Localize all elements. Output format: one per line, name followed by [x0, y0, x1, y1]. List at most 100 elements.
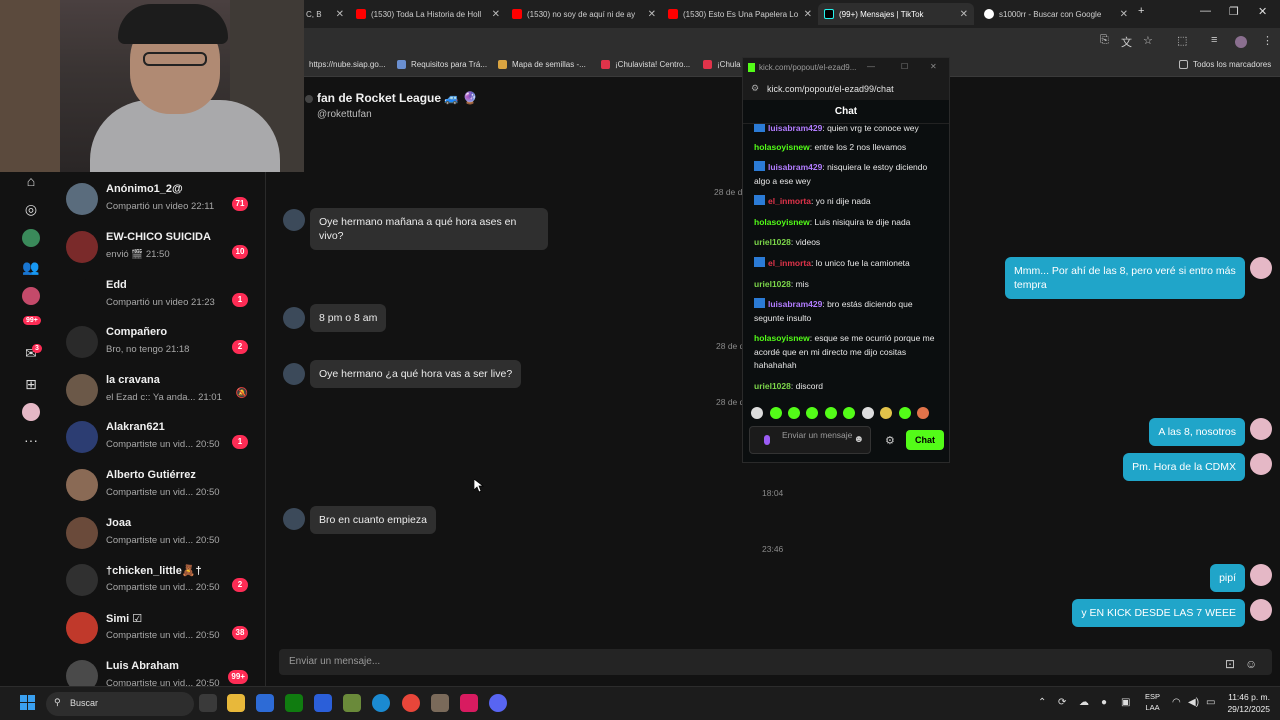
tab-1[interactable]: (1530) Toda La Historia de Holl ✕: [350, 3, 506, 25]
conversation-item[interactable]: Simi ☑ Compartiste un vid... 20:50 38: [56, 606, 265, 652]
emote-icon[interactable]: [899, 407, 911, 419]
emoji-icon[interactable]: ☺: [1245, 657, 1257, 671]
wifi-icon[interactable]: ◠: [1172, 697, 1181, 708]
app-tray-icon[interactable]: ▣: [1121, 697, 1130, 708]
conversation-item[interactable]: Compañero Bro, no tengo 21:18 2: [56, 320, 265, 366]
kick-username[interactable]: el_inmorta: [768, 196, 811, 206]
kick-username[interactable]: uriel1028: [754, 381, 791, 391]
emoji-icon[interactable]: ☻: [853, 435, 864, 445]
bookmark-2[interactable]: Mapa de semillas -...: [498, 60, 586, 69]
close-icon[interactable]: ✕: [960, 9, 968, 20]
maximize-icon[interactable]: ❐: [1229, 5, 1239, 18]
minimize-icon[interactable]: —: [867, 62, 875, 71]
kick-username[interactable]: uriel1028: [754, 279, 791, 289]
volume-icon[interactable]: ◀): [1188, 697, 1199, 708]
profile-avatar[interactable]: [1235, 36, 1247, 48]
file-explorer-icon[interactable]: [227, 694, 245, 712]
kick-username[interactable]: holasoyisnew: [754, 333, 810, 343]
battery-icon[interactable]: ▭: [1206, 697, 1215, 708]
close-icon[interactable]: ✕: [1120, 9, 1128, 20]
conversation-item[interactable]: la cravana el Ezad c:: Ya anda... 21:01 …: [56, 368, 265, 414]
live-avatar[interactable]: [22, 229, 40, 247]
profile-avatar[interactable]: [22, 403, 40, 421]
emote-icon[interactable]: [806, 407, 818, 419]
cloud-icon[interactable]: ☁: [1079, 697, 1089, 708]
minimize-icon[interactable]: —: [1200, 5, 1211, 17]
upload-icon[interactable]: ⊞: [22, 375, 40, 393]
kick-username[interactable]: holasoyisnew: [754, 217, 810, 227]
sync-icon[interactable]: ⟳: [1058, 697, 1066, 708]
store-icon[interactable]: [256, 694, 274, 712]
following-icon[interactable]: 👥: [22, 258, 40, 276]
xbox-icon[interactable]: [285, 694, 303, 712]
bookmark-3[interactable]: ¡Chulavista! Centro...: [601, 60, 690, 69]
close-icon[interactable]: ✕: [804, 9, 812, 20]
close-icon[interactable]: ✕: [492, 9, 500, 20]
cast-icon[interactable]: ⎘: [1100, 34, 1109, 47]
kick-username[interactable]: holasoyisnew: [754, 142, 810, 152]
window-close-icon[interactable]: ✕: [1258, 5, 1267, 18]
emote-icon[interactable]: [880, 407, 892, 419]
site-info-icon[interactable]: ⚙: [751, 83, 759, 94]
app-icon[interactable]: [314, 694, 332, 712]
conversation-item[interactable]: †chicken_little🧸† Compartiste un vid... …: [56, 558, 265, 604]
message-input[interactable]: Enviar un mensaje...: [279, 649, 1272, 675]
conversation-item[interactable]: Joaa Compartiste un vid... 20:50: [56, 511, 265, 557]
media-icon[interactable]: ≡: [1211, 34, 1217, 46]
app-icon[interactable]: [431, 694, 449, 712]
kick-username[interactable]: el_inmorta: [768, 258, 811, 268]
conversation-item[interactable]: Alakran621 Compartiste un vid... 20:50 1: [56, 415, 265, 461]
system-clock[interactable]: 11:46 p. m. 29/12/2025: [1227, 691, 1270, 715]
tiktok-taskbar-icon[interactable]: [460, 694, 478, 712]
home-icon[interactable]: ⌂: [22, 172, 40, 190]
microphone-icon[interactable]: ●: [1101, 697, 1107, 708]
chat-handle[interactable]: @rokettufan: [317, 109, 372, 120]
edge-icon[interactable]: [372, 694, 390, 712]
conversation-item[interactable]: Edd Compartió un video 21:23 1: [56, 273, 265, 319]
extensions-icon[interactable]: ⬚: [1177, 34, 1187, 47]
windows-start-icon[interactable]: [20, 695, 36, 711]
language-indicator[interactable]: ESP LAA: [1145, 691, 1160, 713]
kick-message-input[interactable]: Enviar un mensaje ☻: [749, 426, 871, 454]
kick-username[interactable]: luisabram429: [768, 162, 822, 172]
kick-username[interactable]: uriel1028: [754, 237, 791, 247]
conversation-item[interactable]: Anónimo1_2@ Compartió un video 22:11 71: [56, 177, 265, 223]
emote-icon[interactable]: [862, 407, 874, 419]
kick-username[interactable]: luisabram429: [768, 299, 822, 309]
emote-icon[interactable]: [825, 407, 837, 419]
bookmark-4[interactable]: ¡Chula: [703, 60, 741, 69]
emote-icon[interactable]: [917, 407, 929, 419]
conversation-item[interactable]: Luis Abraham Compartiste un vid... 20:50…: [56, 654, 265, 686]
chevron-up-icon[interactable]: ⌃: [1038, 697, 1046, 708]
bookmark-1[interactable]: Requisitos para Trá...: [397, 60, 487, 69]
close-icon[interactable]: ✕: [930, 62, 937, 71]
tab-5[interactable]: s1000rr - Buscar con Google ✕: [978, 3, 1134, 25]
kick-send-button[interactable]: Chat: [906, 430, 944, 450]
kick-username[interactable]: luisabram429: [768, 124, 822, 133]
translate-icon[interactable]: 文: [1121, 34, 1132, 50]
maximize-icon[interactable]: ☐: [901, 62, 908, 71]
chat-title[interactable]: fan de Rocket League 🚙 🔮: [317, 91, 478, 105]
menu-icon[interactable]: ⋮: [1262, 34, 1273, 47]
tab-3[interactable]: (1530) Esto Es Una Papelera Lo ✕: [662, 3, 818, 25]
image-icon[interactable]: ⊡: [1225, 657, 1235, 671]
emote-icon[interactable]: [788, 407, 800, 419]
task-view-icon[interactable]: [199, 694, 217, 712]
minecraft-icon[interactable]: [343, 694, 361, 712]
emote-icon[interactable]: [843, 407, 855, 419]
settings-gear-icon[interactable]: ⚙: [885, 434, 895, 447]
tab-2[interactable]: (1530) no soy de aquí ni de ay ✕: [506, 3, 662, 25]
discord-icon[interactable]: [489, 694, 507, 712]
close-icon[interactable]: ✕: [648, 9, 656, 20]
friends-avatar[interactable]: [22, 287, 40, 305]
all-bookmarks[interactable]: Todos los marcadores: [1179, 60, 1271, 69]
bookmark-0[interactable]: https://nube.siap.go...: [309, 60, 386, 69]
more-icon[interactable]: ···: [22, 431, 40, 449]
conversation-item[interactable]: Alberto Gutiérrez Compartiste un vid... …: [56, 463, 265, 509]
tab-4[interactable]: (99+) Mensajes | TikTok ✕: [818, 3, 974, 25]
microphone-icon[interactable]: [764, 435, 770, 445]
conversation-item[interactable]: EW-CHICO SUICIDA envió 🎬 21:50 10: [56, 225, 265, 271]
close-icon[interactable]: ✕: [336, 9, 344, 20]
explore-icon[interactable]: ◎: [22, 200, 40, 218]
taskbar-search[interactable]: ⚲ Buscar: [46, 692, 194, 716]
